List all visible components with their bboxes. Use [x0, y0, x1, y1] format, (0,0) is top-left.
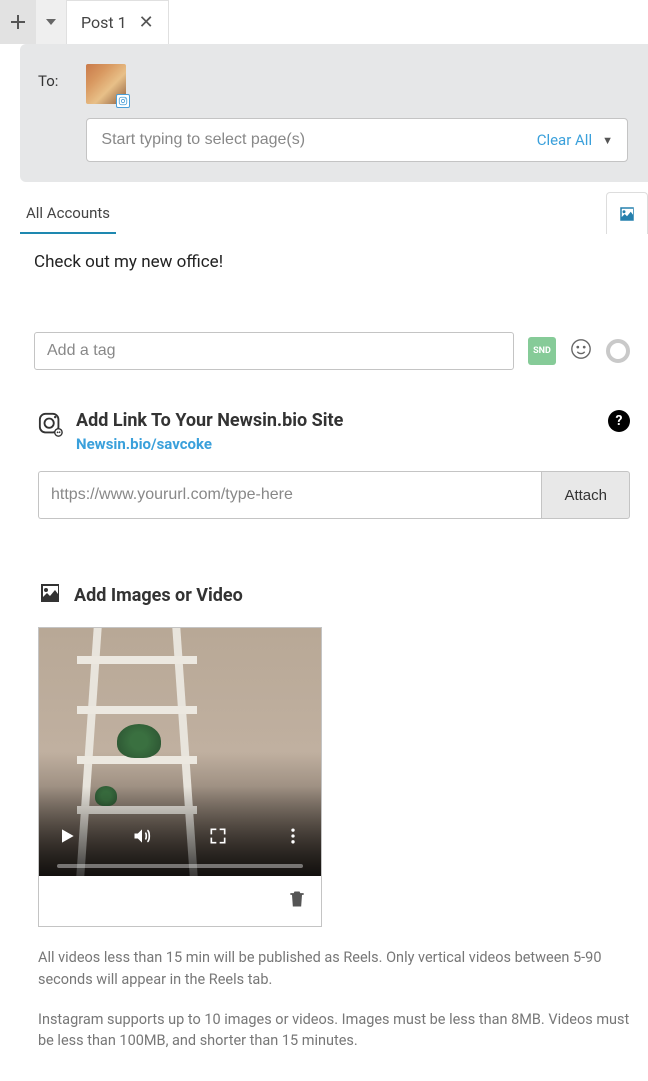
play-button[interactable] — [57, 826, 77, 850]
selected-account-avatar[interactable] — [86, 64, 126, 104]
fullscreen-icon — [208, 826, 228, 846]
to-label: To: — [38, 64, 58, 90]
video-progress-bar[interactable] — [57, 864, 303, 868]
volume-button[interactable] — [132, 826, 152, 850]
image-icon — [618, 205, 636, 223]
video-thumbnail[interactable] — [39, 628, 321, 876]
media-info-text-1: All videos less than 15 min will be publ… — [38, 947, 630, 991]
trash-icon — [287, 888, 307, 910]
to-section: To: Clear All ▼ — [20, 44, 648, 182]
media-section: Add Images or Video — [20, 561, 648, 1072]
instagram-badge-icon — [116, 94, 130, 108]
link-section: Add Link To Your Newsin.bio Site Newsin.… — [20, 390, 648, 547]
caret-down-icon — [46, 19, 56, 25]
tab-label: Post 1 — [81, 13, 127, 32]
add-post-button[interactable] — [0, 0, 36, 44]
link-title: Add Link To Your Newsin.bio Site — [76, 410, 596, 431]
image-icon — [38, 581, 62, 609]
help-button[interactable]: ? — [608, 410, 630, 432]
link-subtitle[interactable]: Newsin.bio/savcoke — [76, 435, 596, 453]
attach-button[interactable]: Attach — [541, 471, 630, 519]
more-button[interactable] — [283, 826, 303, 850]
page-select-input[interactable] — [101, 131, 536, 149]
page-dropdown-toggle[interactable]: ▼ — [598, 130, 617, 151]
media-title: Add Images or Video — [74, 585, 243, 606]
plus-icon — [10, 14, 26, 30]
page-select-input-wrap: Clear All ▼ — [86, 118, 628, 162]
tab-post-1[interactable]: Post 1 ✕ — [66, 0, 169, 44]
more-vertical-icon — [283, 826, 303, 846]
tag-input[interactable] — [34, 332, 514, 370]
message-text[interactable]: Check out my new office! — [34, 252, 630, 272]
play-icon — [57, 826, 77, 846]
url-input[interactable] — [38, 471, 541, 519]
media-info-text-2: Instagram supports up to 10 images or vi… — [38, 1009, 630, 1053]
snd-button[interactable]: SND — [528, 337, 556, 365]
message-area: Check out my new office! SND — [20, 234, 648, 376]
tab-all-accounts[interactable]: All Accounts — [20, 192, 116, 234]
add-post-dropdown[interactable] — [36, 0, 66, 44]
clear-all-button[interactable]: Clear All — [537, 131, 592, 149]
media-card — [38, 627, 322, 927]
close-icon[interactable]: ✕ — [139, 14, 154, 32]
delete-media-button[interactable] — [287, 888, 307, 914]
volume-icon — [132, 826, 152, 846]
loading-indicator — [606, 339, 630, 363]
image-mode-toggle[interactable] — [606, 192, 648, 234]
smiley-icon — [570, 338, 592, 360]
emoji-button[interactable] — [570, 338, 592, 364]
fullscreen-button[interactable] — [208, 826, 228, 850]
instagram-link-icon — [38, 412, 64, 442]
